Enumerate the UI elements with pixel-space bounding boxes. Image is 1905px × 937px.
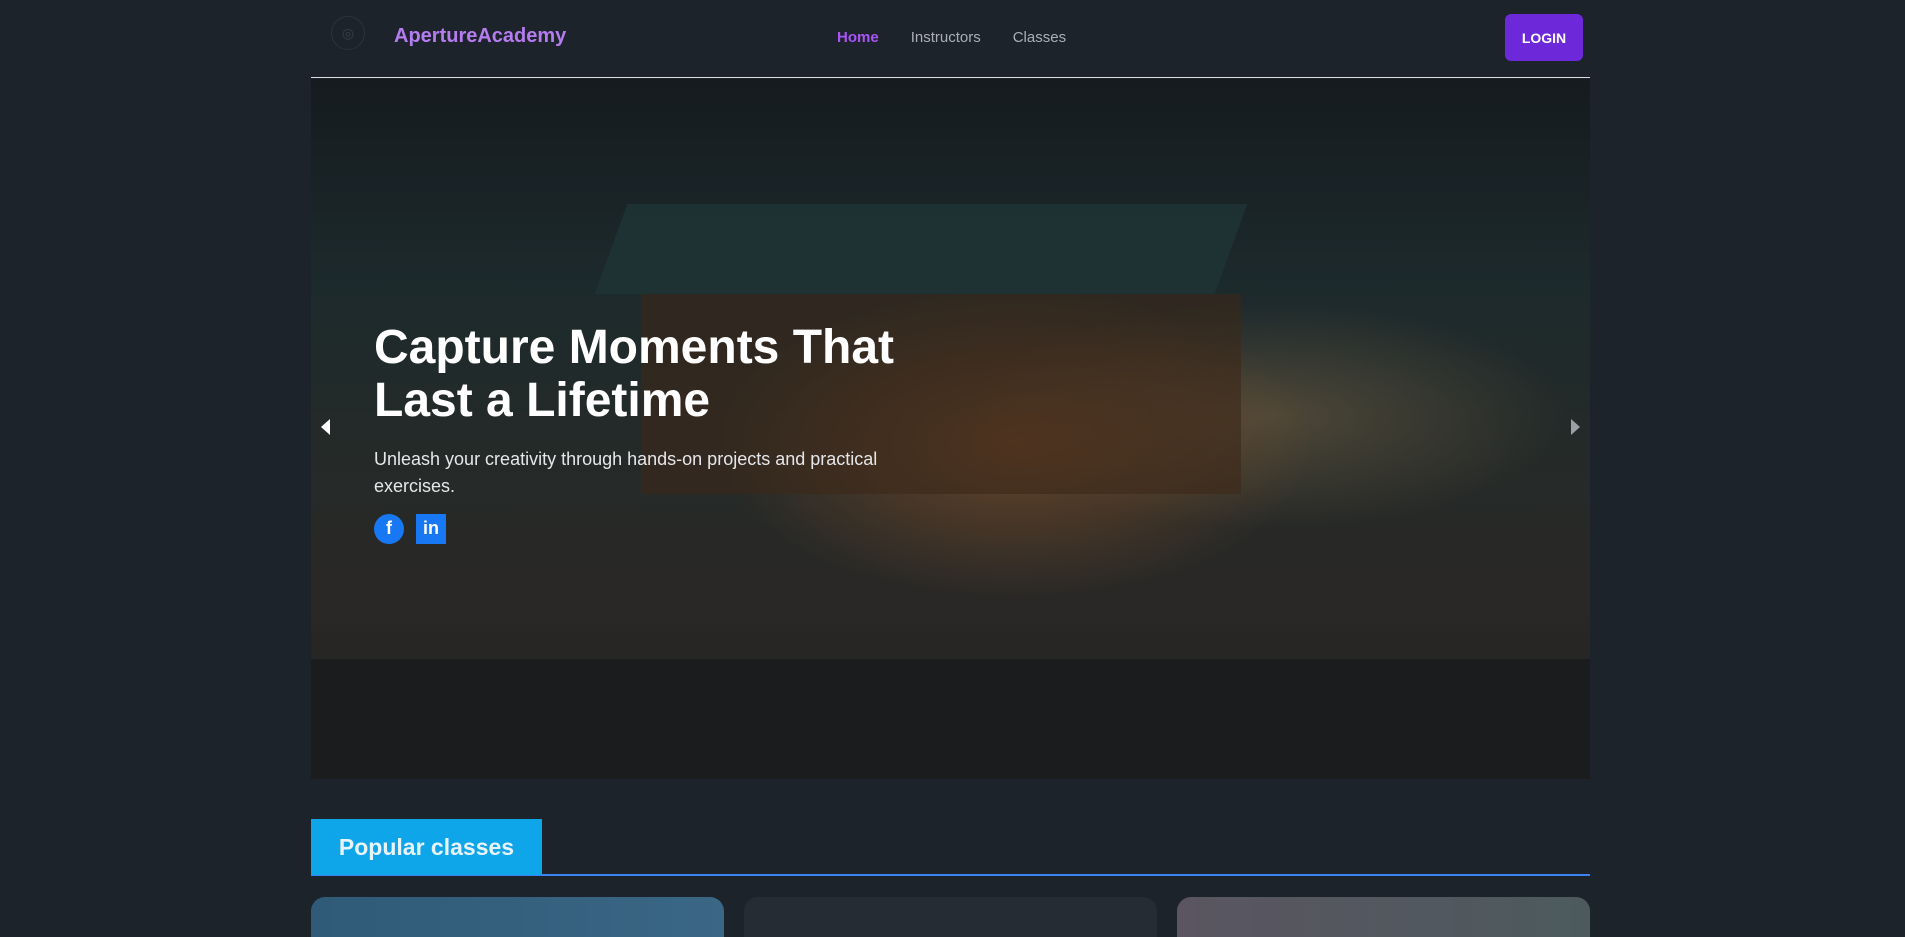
- navbar: ◎ ApertureAcademy Home Instructors Class…: [311, 0, 1590, 78]
- hero-title: Capture Moments That Last a Lifetime: [374, 321, 895, 427]
- camera-logo-icon[interactable]: ◎: [331, 16, 365, 50]
- login-button[interactable]: LOGIN: [1505, 14, 1583, 61]
- hero-image: [594, 204, 1248, 294]
- section-title: Popular classes: [311, 819, 542, 875]
- brand-name[interactable]: ApertureAcademy: [394, 25, 566, 48]
- nav-home[interactable]: Home: [837, 29, 879, 46]
- nav-instructors[interactable]: Instructors: [911, 29, 981, 46]
- class-card[interactable]: [1177, 897, 1590, 937]
- carousel-prev-icon[interactable]: [321, 419, 330, 435]
- nav-classes[interactable]: Classes: [1013, 29, 1066, 46]
- carousel-next-icon[interactable]: [1571, 419, 1580, 435]
- social-links: f in: [374, 513, 934, 544]
- class-card[interactable]: [311, 897, 724, 937]
- hero-image-street: [311, 659, 1590, 779]
- linkedin-icon[interactable]: in: [416, 513, 446, 544]
- popular-classes-header: Popular classes: [311, 819, 1590, 876]
- hero-carousel: Capture Moments That Last a Lifetime Unl…: [311, 79, 1590, 779]
- hero-text: Capture Moments That Last a Lifetime Unl…: [374, 321, 934, 544]
- class-card[interactable]: [744, 897, 1157, 937]
- facebook-icon[interactable]: f: [374, 513, 404, 544]
- class-cards: [311, 897, 1590, 937]
- hero-subtitle: Unleash your creativity through hands-on…: [374, 448, 878, 496]
- nav-links: Home Instructors Classes: [837, 29, 1066, 46]
